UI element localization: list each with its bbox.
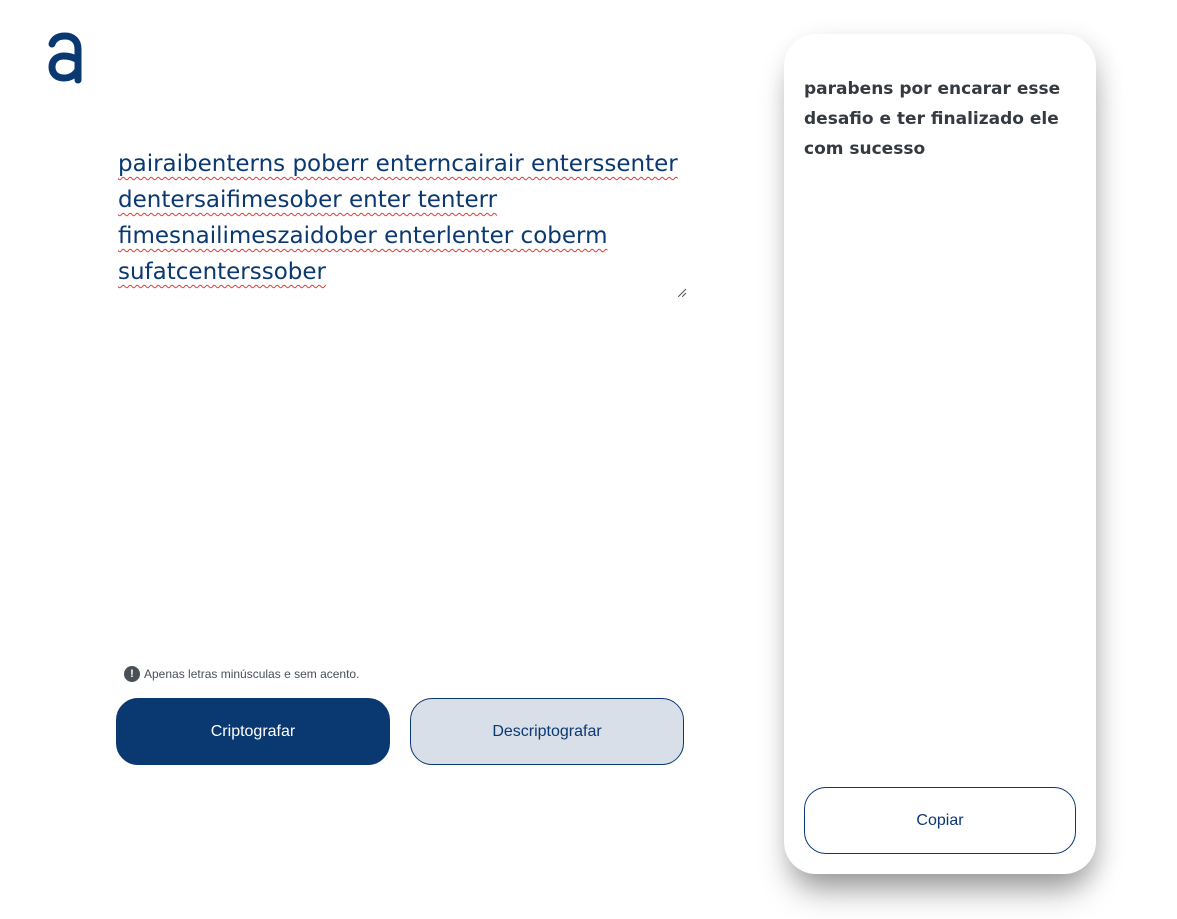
exclamation-circle-icon: ! (124, 666, 140, 682)
output-panel: parabens por encarar esse desafio e ter … (784, 34, 1096, 874)
decoder-page: pairaibenterns poberr enterncairair ente… (0, 0, 1177, 919)
hint-text: Apenas letras minúsculas e sem acento. (144, 667, 360, 681)
textarea-resize-grip[interactable] (678, 288, 687, 297)
copy-button[interactable]: Copiar (804, 787, 1076, 854)
message-input[interactable]: pairaibenterns poberr enterncairair ente… (118, 146, 686, 298)
message-input-text: pairaibenterns poberr enterncairair ente… (118, 151, 678, 285)
decrypt-button[interactable]: Descriptografar (410, 698, 684, 765)
alura-a-logo-icon (48, 32, 82, 84)
output-text: parabens por encarar esse desafio e ter … (804, 79, 1061, 159)
input-hint: ! Apenas letras minúsculas e sem acento. (124, 666, 359, 682)
encrypt-button[interactable]: Criptografar (116, 698, 390, 765)
